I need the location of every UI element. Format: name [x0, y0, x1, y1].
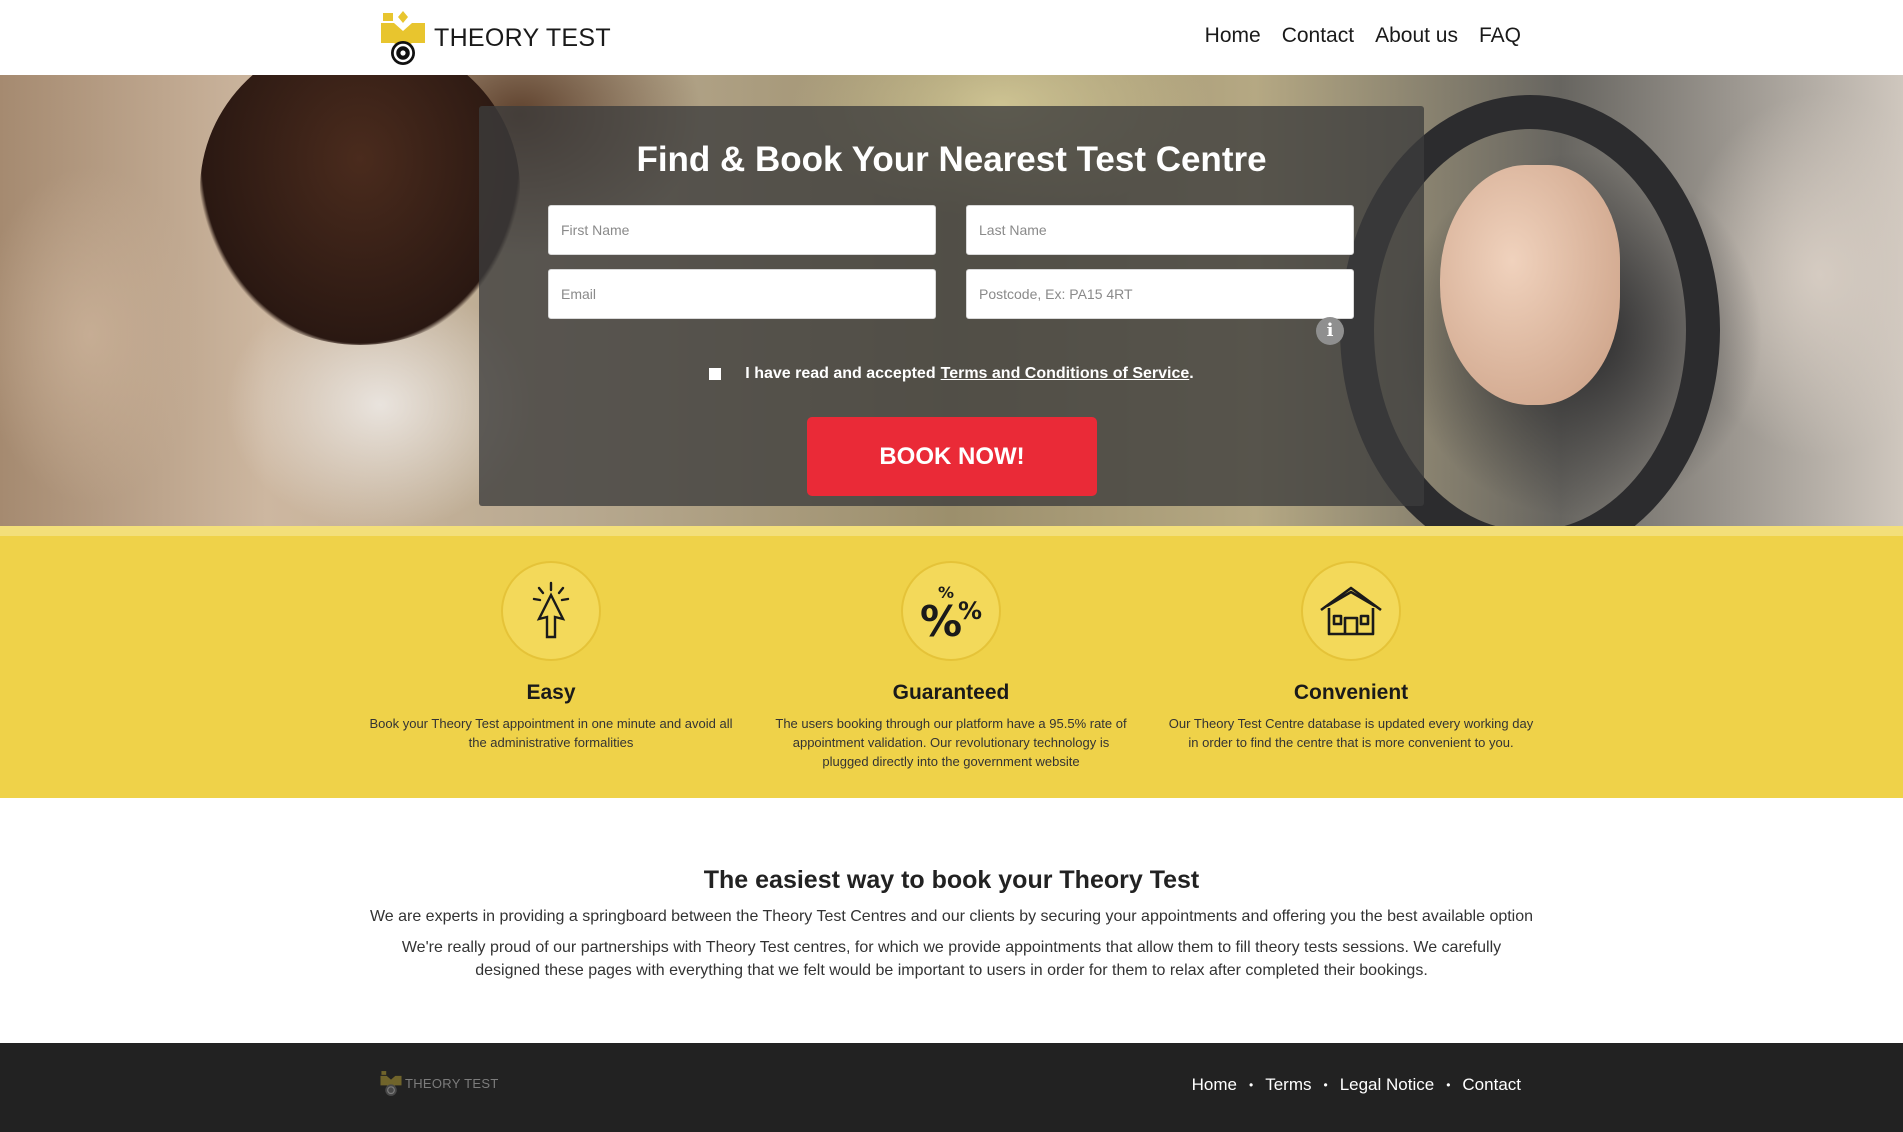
feature-icon-circle [501, 561, 601, 661]
footer-separator: • [1323, 1078, 1328, 1092]
about-paragraph-1: We are experts in providing a springboar… [369, 908, 1534, 925]
site-logo[interactable]: THEORY TEST [380, 9, 611, 67]
feature-title: Easy [526, 681, 576, 704]
house-icon [1320, 586, 1382, 636]
feature-title: Convenient [1293, 681, 1409, 704]
terms-link[interactable]: Terms and Conditions of Service [941, 365, 1190, 383]
feature-easy: Easy Book your Theory Test appointment i… [366, 536, 736, 752]
nav-contact[interactable]: Contact [1282, 24, 1354, 48]
footer-link-contact[interactable]: Contact [1462, 1075, 1521, 1095]
booking-form-title: Find & Book Your Nearest Test Centre [636, 140, 1267, 179]
feature-icon-circle [1301, 561, 1401, 661]
feature-text: Our Theory Test Centre database is updat… [1168, 716, 1534, 750]
footer-separator: • [1249, 1078, 1254, 1092]
first-name-input[interactable] [548, 205, 936, 255]
feature-text: The users booking through our platform h… [775, 716, 1127, 769]
nav-home[interactable]: Home [1205, 24, 1261, 48]
feature-title: Guaranteed [892, 681, 1010, 704]
footer-logo[interactable]: THEORY TEST [380, 1068, 499, 1098]
terms-row: I have read and accepted Terms and Condi… [479, 365, 1424, 383]
about-section: The easiest way to book your Theory Test… [0, 798, 1903, 1043]
postcode-input[interactable] [966, 269, 1354, 319]
svg-text:%: % [920, 597, 962, 639]
footer-logo-text: THEORY TEST [405, 1075, 499, 1091]
main-nav: Home Contact About us FAQ [1205, 24, 1521, 48]
booking-form-panel: Find & Book Your Nearest Test Centre i I… [479, 106, 1424, 506]
hero-photo-hair [200, 75, 520, 345]
hero-section: Find & Book Your Nearest Test Centre i I… [0, 75, 1903, 526]
nav-about-us[interactable]: About us [1375, 24, 1458, 48]
info-icon[interactable]: i [1316, 317, 1344, 345]
nav-faq[interactable]: FAQ [1479, 24, 1521, 48]
footer-link-terms[interactable]: Terms [1265, 1075, 1311, 1095]
feature-guaranteed: % % % Guaranteed The users booking throu… [766, 536, 1136, 771]
last-name-input[interactable] [966, 205, 1354, 255]
about-title: The easiest way to book your Theory Test [703, 866, 1200, 894]
site-header: THEORY TEST Home Contact About us FAQ [0, 0, 1903, 75]
terms-checkbox[interactable] [709, 368, 722, 380]
svg-text:%: % [958, 597, 982, 625]
footer-link-home[interactable]: Home [1192, 1075, 1237, 1095]
terms-suffix: . [1189, 365, 1194, 382]
feature-convenient: Convenient Our Theory Test Centre databa… [1166, 536, 1536, 752]
site-footer: THEORY TEST Home • Terms • Legal Notice … [0, 1043, 1903, 1132]
hero-photo-hand [1440, 165, 1620, 405]
feature-text: Book your Theory Test appointment in one… [369, 716, 733, 750]
footer-nav: Home • Terms • Legal Notice • Contact [1192, 1075, 1521, 1095]
logo-text: THEORY TEST [434, 23, 611, 52]
features-section: Easy Book your Theory Test appointment i… [0, 526, 1903, 798]
percent-icon: % % % [920, 583, 982, 639]
footer-link-legal-notice[interactable]: Legal Notice [1340, 1075, 1435, 1095]
about-paragraph-2: We're really proud of our partnerships w… [401, 939, 1502, 979]
email-input[interactable] [548, 269, 936, 319]
logo-mark-icon [381, 11, 425, 65]
footer-separator: • [1446, 1078, 1451, 1092]
terms-label: I have read and accepted [745, 365, 936, 382]
pointer-click-icon [532, 581, 570, 639]
feature-icon-circle: % % % [901, 561, 1001, 661]
footer-logo-mark-icon [380, 1071, 402, 1096]
book-now-button[interactable]: BOOK NOW! [807, 417, 1097, 496]
